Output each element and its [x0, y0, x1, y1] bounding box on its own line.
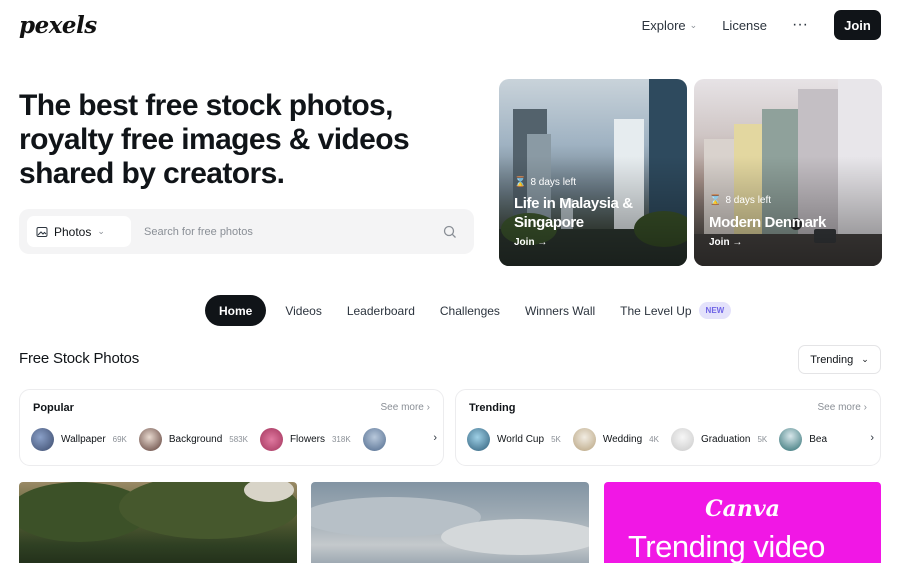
chip-thumbnail: [362, 428, 386, 451]
card-title: Modern Denmark: [709, 214, 826, 231]
chip-thumbnail: [467, 428, 490, 451]
canva-logo: Canva: [705, 496, 780, 522]
chip-thumbnail: [670, 428, 694, 451]
see-more-link[interactable]: See more ›: [381, 402, 430, 413]
pexels-logo[interactable]: pexels: [19, 12, 97, 39]
tab-the-level-up[interactable]: The Level Up NEW: [620, 295, 732, 326]
search-type-select[interactable]: Photos ⌄: [27, 216, 131, 247]
chip-label: World Cup: [497, 434, 545, 445]
chip-flowers[interactable]: Flowers 318K: [259, 428, 351, 451]
photo-tile-sky[interactable]: [311, 482, 589, 563]
main-tabs: Home Videos Leaderboard Challenges Winne…: [205, 295, 756, 326]
chip-beach[interactable]: Bea: [779, 428, 827, 451]
days-left-label: 8 days left: [725, 195, 772, 206]
canva-ad-tile[interactable]: Canva Trending video: [604, 482, 881, 563]
sort-select[interactable]: Trending ⌄: [798, 345, 881, 374]
tab-home[interactable]: Home: [205, 295, 267, 326]
chip-count: 583K: [229, 435, 248, 444]
hourglass-icon: ⌛: [709, 195, 722, 206]
tab-challenges[interactable]: Challenges: [440, 295, 500, 326]
chip-label: Bea: [809, 434, 828, 445]
card-overlay: [694, 156, 882, 266]
chip-wallpaper[interactable]: Wallpaper 69K: [31, 428, 127, 451]
sort-label: Trending: [810, 353, 854, 366]
top-nav: Explore ⌄ License ··· Join: [642, 10, 881, 40]
hero-title: The best free stock photos, royalty free…: [19, 89, 410, 190]
scroll-right-icon[interactable]: ›: [850, 420, 880, 456]
tab-leaderboard[interactable]: Leaderboard: [347, 295, 415, 326]
chevron-down-icon: ⌄: [97, 226, 105, 236]
chip-count: 69K: [112, 435, 127, 444]
new-badge: NEW: [698, 302, 732, 319]
popular-collection: Popular See more › Wallpaper 69K Backgro…: [19, 389, 444, 466]
chip-thumbnail: [572, 428, 596, 451]
chip-more[interactable]: [362, 428, 386, 451]
canva-headline: Trending video: [628, 529, 825, 563]
challenge-card-malaysia[interactable]: ⌛ 8 days left Life in Malaysia & Singapo…: [499, 79, 687, 266]
card-title: Life in Malaysia & Singapore: [514, 195, 633, 231]
chip-count: 318K: [331, 435, 351, 444]
chip-label: Flowers: [289, 434, 325, 445]
search-icon[interactable]: [443, 225, 457, 239]
chip-label: Graduation: [700, 434, 751, 445]
trending-chips: World Cup 5K Wedding 4K Graduation 5K Be…: [467, 428, 827, 451]
challenge-card-denmark[interactable]: ⌛ 8 days left Modern Denmark Join →: [694, 79, 882, 266]
card-join-link[interactable]: Join →: [709, 237, 742, 248]
clouds-photo: [311, 497, 589, 555]
chip-label: Wallpaper: [61, 434, 106, 445]
days-left-label: 8 days left: [530, 177, 577, 188]
card-join-link[interactable]: Join →: [514, 237, 547, 248]
chip-thumbnail: [779, 428, 803, 451]
chip-count: 4K: [649, 435, 659, 444]
tab-winners-wall[interactable]: Winners Wall: [525, 295, 595, 326]
explore-label: Explore: [641, 17, 686, 33]
popular-chips: Wallpaper 69K Background 583K Flowers 31…: [31, 428, 386, 451]
chip-count: 5K: [757, 435, 768, 444]
collection-title: Trending: [469, 402, 516, 414]
chip-count: 5K: [551, 435, 561, 444]
explore-menu[interactable]: Explore ⌄: [642, 18, 698, 33]
chip-wedding[interactable]: Wedding 4K: [572, 428, 659, 451]
collection-title: Popular: [33, 402, 74, 414]
image-icon: [36, 226, 48, 237]
search-type-label: Photos: [54, 224, 92, 239]
chip-label: Wedding: [602, 434, 643, 445]
chip-label: Background: [168, 434, 223, 445]
tab-label: The Level Up: [620, 303, 692, 318]
days-left: ⌛ 8 days left: [709, 195, 771, 206]
chip-thumbnail: [259, 428, 283, 451]
chip-thumbnail: [31, 428, 54, 451]
hourglass-icon: ⌛: [514, 177, 527, 188]
chip-thumbnail: [138, 428, 162, 451]
chevron-down-icon: ⌄: [861, 354, 869, 364]
license-link[interactable]: License: [722, 18, 767, 33]
scroll-right-icon[interactable]: ›: [413, 420, 443, 456]
more-menu-icon[interactable]: ···: [792, 17, 808, 33]
search-input[interactable]: Search for free photos: [144, 226, 443, 238]
search-bar: Photos ⌄ Search for free photos: [19, 209, 474, 254]
tab-videos[interactable]: Videos: [285, 295, 321, 326]
chevron-right-icon: ›: [426, 402, 430, 413]
join-button[interactable]: Join: [834, 10, 881, 40]
chip-background[interactable]: Background 583K: [138, 428, 248, 451]
see-more-link[interactable]: See more ›: [818, 402, 867, 413]
chip-graduation[interactable]: Graduation 5K: [670, 428, 768, 451]
days-left: ⌛ 8 days left: [514, 177, 576, 188]
trees-photo: [19, 482, 297, 542]
section-title: Free Stock Photos: [19, 350, 139, 367]
chip-world-cup[interactable]: World Cup 5K: [467, 428, 561, 451]
photo-tile-trees[interactable]: [19, 482, 297, 563]
chevron-down-icon: ⌄: [689, 19, 698, 30]
trending-collection: Trending See more › World Cup 5K Wedding…: [455, 389, 881, 466]
chevron-right-icon: ›: [863, 402, 867, 413]
